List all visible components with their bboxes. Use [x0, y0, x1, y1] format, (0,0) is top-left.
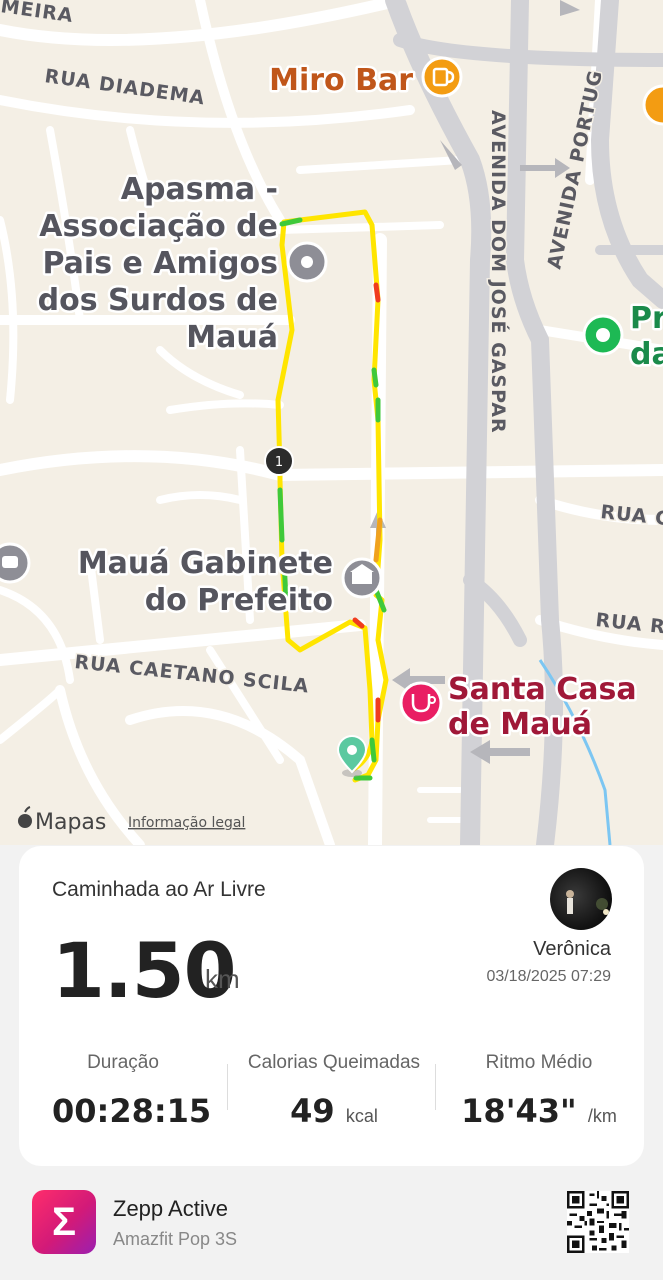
poi-label-santa-casa-line: Santa Casa	[448, 672, 637, 707]
start-pin-icon	[336, 735, 368, 777]
poi-label-apasma-line: dos Surdos de	[38, 283, 278, 318]
street-label-rua-diadema: RUA DIADEMA	[43, 65, 206, 109]
poi-label-santa-casa: Santa Casa de Mauá	[446, 670, 640, 745]
poi-label-gabinete-line: Mauá Gabinete	[78, 546, 333, 581]
park-icon[interactable]	[582, 314, 624, 356]
stat-unit: /km	[587, 1106, 617, 1126]
stat-divider	[227, 1064, 228, 1110]
poi-label-partial-line: Pr	[630, 301, 663, 336]
street-label-avenida-dom-jose-gaspar: AVENIDA DOM JOSÉ GASPAR	[487, 110, 510, 434]
stat-label: Calorias Queimadas	[247, 1052, 421, 1073]
poi-label-partial-line: da	[630, 337, 663, 372]
stat-value: 00:28:15	[52, 1092, 211, 1130]
stat-label: Ritmo Médio	[485, 1052, 593, 1073]
stat-value: 18'43" /km	[449, 1092, 629, 1130]
avatar[interactable]	[550, 868, 612, 930]
hospital-icon[interactable]	[399, 681, 443, 725]
street-label-meira: MEIRA	[0, 0, 75, 27]
stat-value: 49 kcal	[234, 1092, 434, 1130]
activity-summary-card: Caminhada ao Ar Livre 1.50 km Verônica 0…	[19, 846, 644, 1166]
distance-unit: km	[205, 964, 240, 994]
map-canvas[interactable]: 1 Miro Bar Apasma - Associação de Pais e…	[0, 0, 663, 845]
parking-icon[interactable]	[0, 542, 31, 584]
government-building-icon[interactable]	[341, 557, 383, 599]
qr-code-icon[interactable]	[567, 1191, 629, 1253]
stat-value-number: 18'43"	[461, 1092, 577, 1130]
place-icon[interactable]	[286, 241, 328, 283]
legal-info-link[interactable]: Informação legal	[128, 815, 245, 831]
poi-label-miro-bar: Miro Bar	[269, 63, 413, 98]
bar-icon[interactable]	[421, 56, 463, 98]
route-kilometer-marker: 1	[264, 446, 294, 476]
stat-unit: kcal	[345, 1106, 378, 1126]
stat-calories: Calorias Queimadas 49 kcal	[234, 1052, 434, 1130]
stat-value-number: 00:28:15	[52, 1092, 212, 1130]
poi-label-apasma: Apasma - Associação de Pais e Amigos dos…	[35, 170, 280, 358]
activity-title: Caminhada ao Ar Livre	[52, 878, 266, 901]
activity-datetime: 03/18/2025 07:29	[486, 968, 611, 985]
apple-logo-icon	[18, 806, 32, 828]
poi-label-apasma-line: Apasma -	[121, 172, 278, 207]
stat-label: Duração	[87, 1052, 159, 1073]
poi-label-gabinete-line: do Prefeito	[145, 583, 333, 618]
avatar-photo	[566, 890, 609, 915]
shop-icon[interactable]	[642, 84, 663, 126]
app-name: Zepp Active	[113, 1196, 228, 1221]
stat-duration: Duração 00:28:15	[52, 1052, 211, 1130]
route-marker-number: 1	[275, 455, 283, 470]
map-attribution: Mapas	[35, 810, 106, 835]
poi-label-santa-casa-line: de Mauá	[448, 707, 592, 742]
stat-pace: Ritmo Médio 18'43" /km	[449, 1052, 629, 1130]
device-name: Amazfit Pop 3S	[113, 1229, 238, 1249]
stat-value-number: 49	[290, 1092, 335, 1130]
street-label-rua-caetano-scila: RUA CAETANO SCILA	[73, 651, 310, 698]
poi-label-apasma-line: Mauá	[186, 320, 278, 355]
street-label-rua-c: RUA C	[599, 501, 663, 530]
poi-label-partial: Pr da	[628, 299, 663, 375]
poi-label-apasma-line: Pais e Amigos	[42, 246, 278, 281]
zepp-logo-icon[interactable]: Σ	[32, 1190, 96, 1254]
route-map[interactable]: 1 Miro Bar Apasma - Associação de Pais e…	[0, 0, 663, 845]
stat-divider	[435, 1064, 436, 1110]
user-name: Verônica	[533, 938, 611, 960]
poi-label-gabinete: Mauá Gabinete do Prefeito	[75, 544, 335, 621]
poi-label-apasma-line: Associação de	[39, 209, 278, 244]
